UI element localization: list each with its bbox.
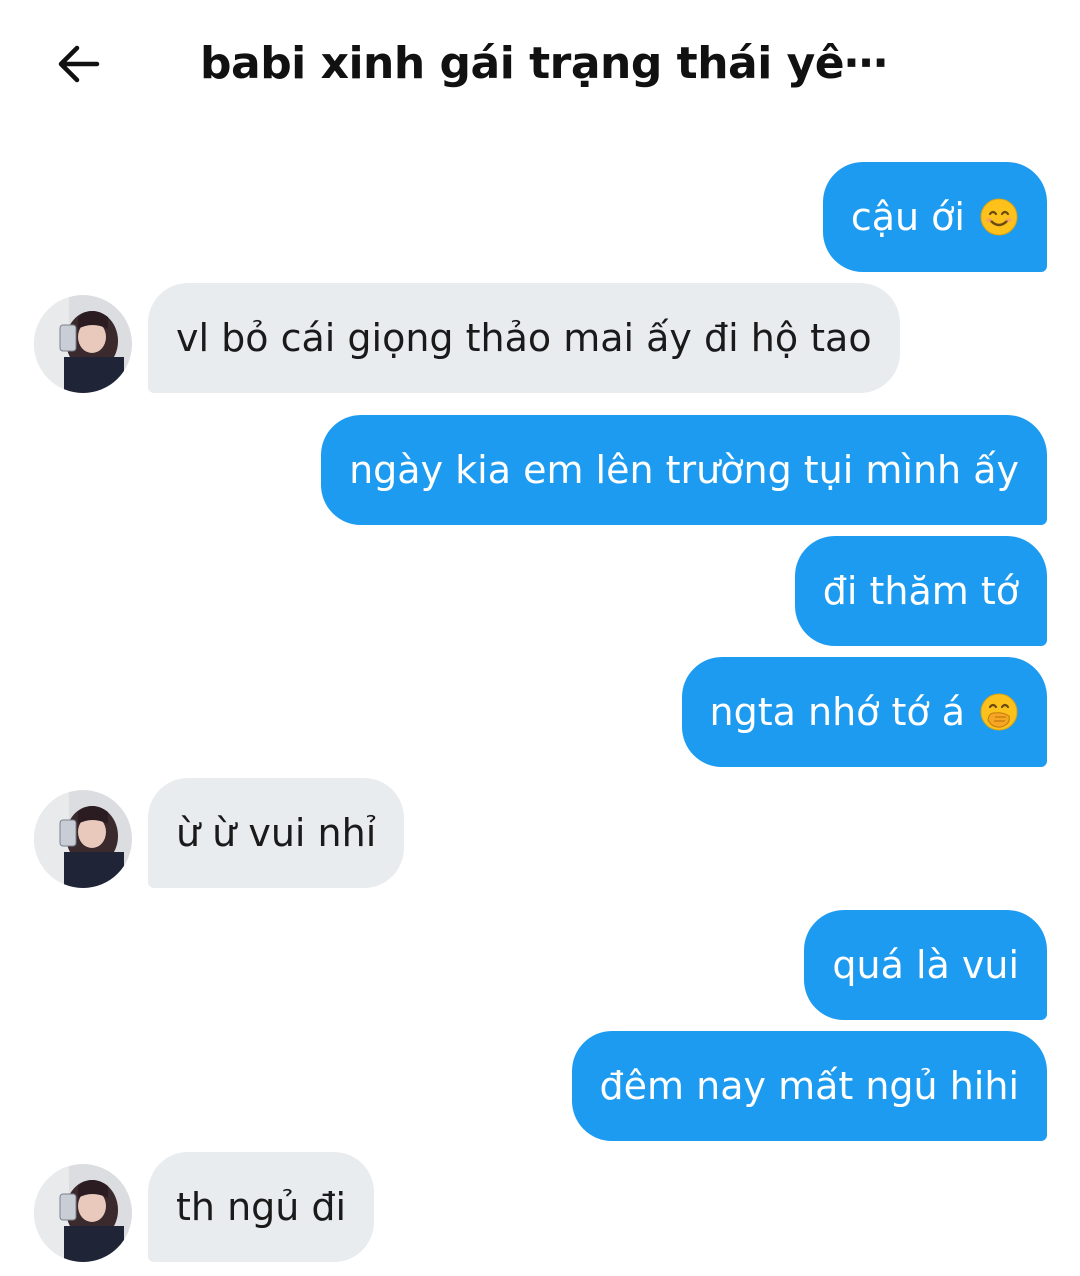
incoming-message-bubble[interactable]: vl bỏ cái giọng thảo mai ấy đi hộ tao [148, 283, 900, 393]
contact-avatar[interactable] [34, 295, 132, 393]
avatar-image [34, 790, 132, 888]
message-row: ừ ừ vui nhỉ [0, 778, 1080, 888]
message-text: ừ ừ vui nhỉ [176, 811, 377, 855]
arrow-left-icon [58, 45, 100, 83]
message-text: ngày kia em lên trường tụi mình ấy [349, 448, 1019, 492]
incoming-message-bubble[interactable]: ừ ừ vui nhỉ [148, 778, 405, 888]
message-row: đêm nay mất ngủ hihi [0, 1031, 1080, 1141]
message-row: th ngủ đi [0, 1152, 1080, 1262]
chat-screen: babi xinh gái trạng thái yê⋯ cậu ới vl b… [0, 0, 1080, 1276]
message-row: quá là vui [0, 910, 1080, 1020]
outgoing-message-bubble[interactable]: quá là vui [804, 910, 1047, 1020]
message-text: th ngủ đi [176, 1185, 347, 1229]
chat-header: babi xinh gái trạng thái yê⋯ [0, 0, 1080, 130]
conversation-title[interactable]: babi xinh gái trạng thái yê⋯ [200, 38, 888, 89]
avatar-image [34, 295, 132, 393]
message-row: đi thăm tớ [0, 536, 1080, 646]
avatar-image [34, 1164, 132, 1262]
message-text: cậu ới [850, 195, 965, 239]
message-row: vl bỏ cái giọng thảo mai ấy đi hộ tao [0, 283, 1080, 393]
message-text: quá là vui [832, 943, 1019, 987]
outgoing-message-bubble[interactable]: đêm nay mất ngủ hihi [571, 1031, 1047, 1141]
message-row: ngày kia em lên trường tụi mình ấy [0, 415, 1080, 525]
message-text: ngta nhớ tớ á [709, 690, 965, 734]
outgoing-message-bubble[interactable]: ngày kia em lên trường tụi mình ấy [321, 415, 1047, 525]
message-text: đêm nay mất ngủ hihi [599, 1064, 1019, 1108]
outgoing-message-bubble[interactable]: cậu ới [822, 162, 1047, 272]
message-text: vl bỏ cái giọng thảo mai ấy đi hộ tao [176, 316, 872, 360]
message-row: cậu ới [0, 162, 1080, 272]
message-row: ngta nhớ tớ á [0, 657, 1080, 767]
face-with-hand-over-mouth-icon [980, 693, 1018, 731]
message-text: đi thăm tớ [822, 569, 1019, 613]
outgoing-message-bubble[interactable]: ngta nhớ tớ á [681, 657, 1047, 767]
back-button[interactable] [50, 36, 106, 92]
contact-avatar[interactable] [34, 790, 132, 888]
outgoing-message-bubble[interactable]: đi thăm tớ [794, 536, 1047, 646]
contact-avatar[interactable] [34, 1164, 132, 1262]
smiling-face-icon [980, 198, 1018, 236]
incoming-message-bubble[interactable]: th ngủ đi [148, 1152, 375, 1262]
